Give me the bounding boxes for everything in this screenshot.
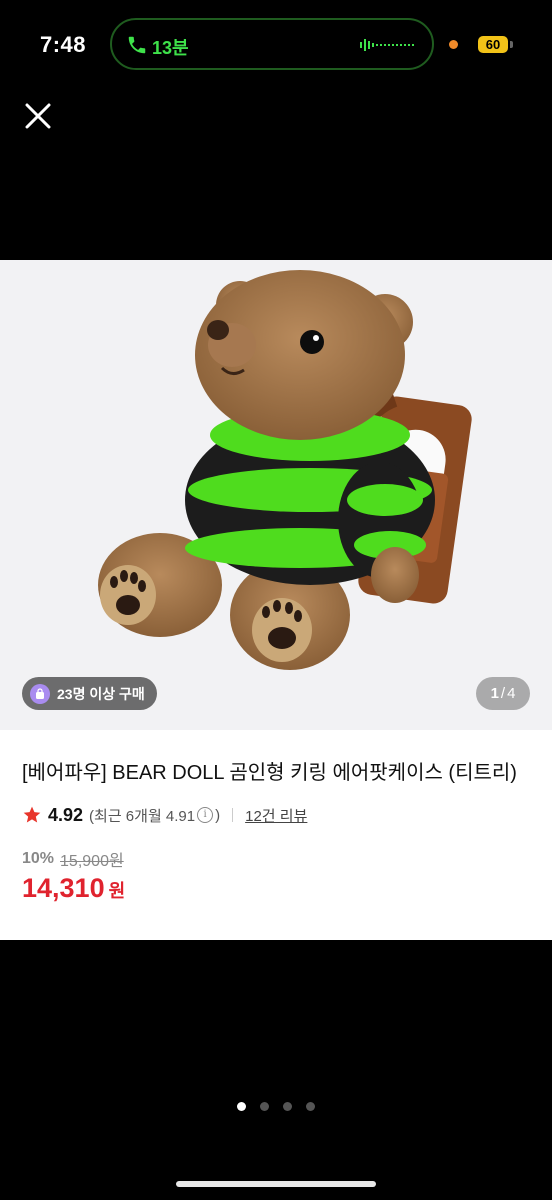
original-price: 15,900원 — [60, 853, 124, 870]
divider — [232, 808, 234, 822]
audio-wave-icon — [360, 39, 414, 51]
battery-icon: 60 — [478, 36, 508, 53]
pagination-dot[interactable] — [260, 1102, 269, 1111]
status-bar: 7:48 13분 60 — [0, 0, 552, 90]
star-icon — [23, 806, 41, 823]
rating-score: 4.92 — [48, 804, 84, 825]
buyers-badge-label: 23명 이상 구매 — [57, 685, 145, 702]
product-image-carousel[interactable]: 23명 이상 구매 1/4 — [0, 260, 552, 730]
pagination-dot[interactable] — [306, 1102, 315, 1111]
product-card: 23명 이상 구매 1/4 [베어파우] BEAR DOLL 곰인형 키링 에어… — [0, 260, 552, 940]
buyers-badge: 23명 이상 구매 — [22, 677, 157, 710]
pagination-dots — [0, 1102, 552, 1111]
currency-unit: 원 — [108, 881, 126, 901]
phone-icon — [128, 36, 146, 54]
call-indicator[interactable]: 13분 — [110, 18, 434, 70]
product-info: [베어파우] BEAR DOLL 곰인형 키링 에어팟케이스 (티트리) 4.9… — [22, 758, 532, 904]
review-count-link[interactable]: 12건 리뷰 — [245, 805, 307, 826]
discount-rate: 10% — [22, 850, 55, 867]
recent-rating: (최근 6개월 4.91 — [89, 807, 196, 825]
battery-tip — [510, 41, 513, 48]
close-icon[interactable] — [22, 100, 54, 132]
info-icon[interactable]: i — [197, 807, 214, 823]
shopping-bag-icon — [30, 683, 50, 704]
home-indicator[interactable] — [176, 1181, 376, 1187]
rating-row: 4.92 (최근 6개월 4.91 i ) 12건 리뷰 — [22, 803, 532, 827]
product-image-bear-doll — [98, 270, 472, 670]
call-duration: 13분 — [152, 38, 189, 58]
image-page-indicator: 1/4 — [476, 677, 530, 710]
pagination-dot[interactable] — [283, 1102, 292, 1111]
recent-rating-close: ) — [215, 806, 221, 824]
pagination-dot[interactable] — [237, 1102, 246, 1111]
image-page-separator: / — [500, 685, 506, 702]
privacy-indicator-dot — [449, 40, 458, 49]
original-price-row: 10% 15,900원 — [22, 847, 532, 871]
product-title: [베어파우] BEAR DOLL 곰인형 키링 에어팟케이스 (티트리) — [22, 762, 517, 784]
status-time: 7:48 — [40, 32, 87, 57]
image-page-current: 1 — [490, 685, 499, 702]
sale-price-row: 14,310 원 — [22, 873, 532, 904]
sale-price: 14,310 — [22, 873, 105, 903]
image-page-total: 4 — [507, 685, 516, 702]
